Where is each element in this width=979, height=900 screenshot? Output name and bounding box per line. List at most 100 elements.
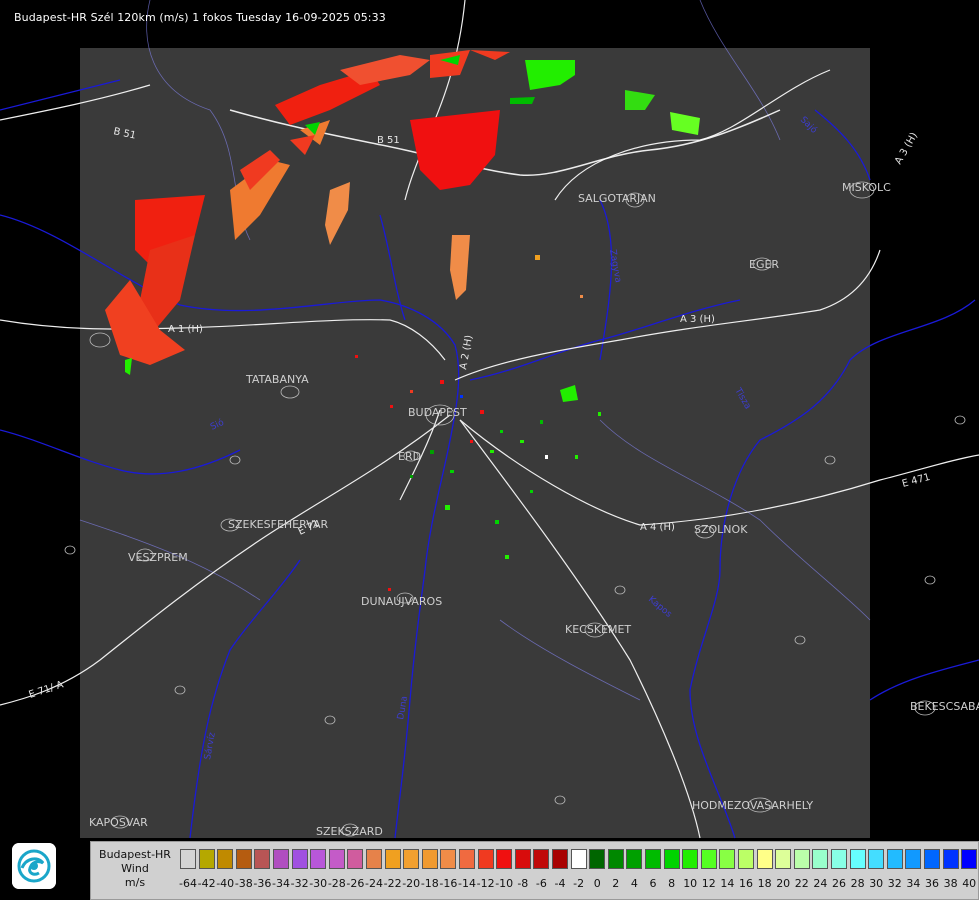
legend-swatch xyxy=(793,849,810,869)
legend-tick-label: 32 xyxy=(887,877,902,890)
road-label: A 1 (H) xyxy=(168,324,203,335)
map-title: Budapest-HR Szél 120km (m/s) 1 fokos Tue… xyxy=(14,11,386,24)
legend-tick-label: 8 xyxy=(668,877,676,890)
road-label: E 471 xyxy=(901,472,931,490)
legend-tick-label: -22 xyxy=(383,877,402,890)
legend-swatch xyxy=(552,849,568,869)
legend-tick-label: 6 xyxy=(649,877,657,890)
legend-tick-label: -28 xyxy=(327,877,346,890)
legend-tick-label: -32 xyxy=(290,877,309,890)
legend-swatch xyxy=(403,849,420,869)
city-label: KECSKEMET xyxy=(565,623,631,636)
legend-tick-label: 24 xyxy=(813,877,828,890)
legend-swatch xyxy=(831,849,847,869)
legend-swatch xyxy=(291,849,308,869)
legend-swatch xyxy=(626,849,643,869)
legend-swatch xyxy=(924,849,940,869)
legend-swatch xyxy=(942,849,959,869)
legend-swatch xyxy=(366,849,382,869)
legend-tick-label: -34 xyxy=(272,877,290,890)
legend-swatch xyxy=(514,849,531,869)
legend-tick-label: -20 xyxy=(402,877,421,890)
legend-swatch xyxy=(198,849,215,869)
legend-tick-label: 4 xyxy=(630,877,638,890)
legend-swatch xyxy=(384,849,401,869)
legend-swatch xyxy=(273,849,289,869)
legend-swatch xyxy=(254,849,271,869)
legend-tick-label: -38 xyxy=(234,877,253,890)
legend-tick-label: -14 xyxy=(458,877,476,890)
legend-tick-label: 26 xyxy=(832,877,846,890)
legend-swatch xyxy=(589,849,606,869)
legend-tick-label: -12 xyxy=(476,877,495,890)
legend-tick-label: 12 xyxy=(701,877,716,890)
met-service-logo xyxy=(12,843,56,889)
legend-tick-label: -4 xyxy=(554,877,566,890)
legend-swatch xyxy=(607,849,624,869)
legend-tick-label: -2 xyxy=(573,877,585,890)
legend-tick-label: -42 xyxy=(197,877,216,890)
legend-tick-label: 34 xyxy=(906,877,921,890)
legend-swatch xyxy=(886,849,903,869)
road-label: A 3 (H) xyxy=(680,314,715,325)
radar-map: TATABANYA BUDAPEST ERD SZEKESFEHERVAR VE… xyxy=(0,0,979,839)
legend-tick-label: 10 xyxy=(683,877,698,890)
legend-quantity: Wind xyxy=(121,862,149,875)
legend-swatch xyxy=(868,849,885,869)
legend-tick-label: 14 xyxy=(720,877,735,890)
legend-tick-label: -10 xyxy=(495,877,514,890)
legend-tick-label: -24 xyxy=(365,877,383,890)
legend-swatch xyxy=(700,849,717,869)
legend-tick-label: -8 xyxy=(517,877,529,890)
legend-tick-label: -30 xyxy=(309,877,328,890)
legend-swatch xyxy=(812,849,829,869)
city-label: EGER xyxy=(749,258,779,271)
legend-radar-name: Budapest-HR xyxy=(99,848,171,861)
legend-tick-label: 22 xyxy=(794,877,809,890)
wind-color-legend: Budapest-HR Wind m/s -64 -42 -40 -38 -36 -34-… xyxy=(90,841,979,900)
legend-tick-label: 36 xyxy=(925,877,939,890)
legend-tick-label: -26 xyxy=(346,877,365,890)
legend-tick-label: 28 xyxy=(850,877,865,890)
legend-tick-label: 2 xyxy=(612,877,620,890)
road-label: B 51 xyxy=(377,135,400,146)
legend-swatch xyxy=(663,849,680,869)
legend-title: Budapest-HR Wind m/s xyxy=(91,848,179,890)
legend-swatch xyxy=(961,849,978,869)
legend-swatch xyxy=(756,849,773,869)
legend-tick-label: -16 xyxy=(439,877,458,890)
legend-swatch xyxy=(533,849,550,869)
legend-tick-label: -64 xyxy=(179,877,197,890)
city-label: SALGOTARJAN xyxy=(578,192,656,205)
legend-swatch xyxy=(477,849,494,869)
legend-tick-label: -6 xyxy=(535,877,547,890)
city-label: SZOLNOK xyxy=(694,523,748,536)
legend-swatch xyxy=(440,849,457,869)
legend-unit: m/s xyxy=(124,876,146,889)
legend-tick-label: 20 xyxy=(776,877,791,890)
legend-swatch xyxy=(738,849,754,869)
city-label: ERD xyxy=(398,450,421,463)
legend-tick-label: -40 xyxy=(216,877,235,890)
legend-swatch xyxy=(459,849,475,869)
legend-swatch xyxy=(310,849,327,869)
legend-swatch xyxy=(180,849,196,869)
legend-tick-label: 30 xyxy=(869,877,884,890)
city-label: BEKESCSABA xyxy=(910,700,979,713)
city-label: DUNAUJVAROS xyxy=(361,595,442,608)
legend-swatch xyxy=(496,849,513,869)
city-label: BUDAPEST xyxy=(408,406,467,419)
legend-tick-label: -18 xyxy=(420,877,439,890)
road-label: A 3 (H) xyxy=(893,131,920,167)
legend-tick-label: 18 xyxy=(757,877,772,890)
legend-swatch xyxy=(682,849,699,869)
legend-swatch xyxy=(328,849,345,869)
legend-swatch xyxy=(347,849,364,869)
legend-tick-label: 38 xyxy=(943,877,958,890)
city-label: HODMEZOVASARHELY xyxy=(692,799,813,812)
legend-swatch xyxy=(645,849,661,869)
legend-swatch xyxy=(905,849,922,869)
legend-ticks: -64 -42 -40 -38 -36 -34 -32 -30 -28 -26 -24 -22 -20-… xyxy=(179,877,979,891)
city-label: TATABANYA xyxy=(245,373,309,386)
city-label: MISKOLC xyxy=(842,181,891,194)
